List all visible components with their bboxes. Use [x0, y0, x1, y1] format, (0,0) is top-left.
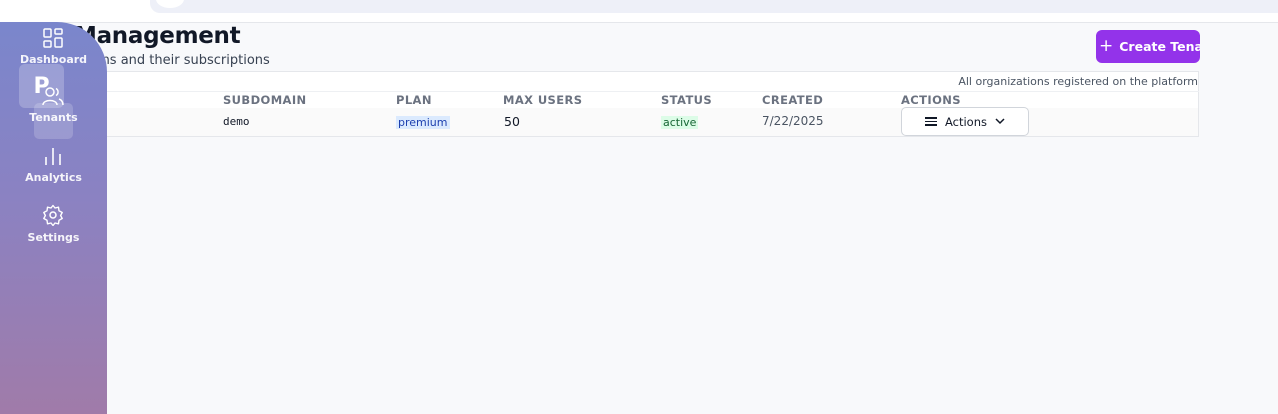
sidebar-item-settings[interactable]: Settings — [0, 202, 107, 247]
sidebar-item-analytics[interactable]: Analytics — [0, 142, 107, 187]
bar-chart-icon — [45, 148, 61, 165]
chevron-down-icon — [995, 118, 1005, 125]
users-icon — [42, 87, 64, 106]
column-header-subdomain: SUBDOMAIN — [223, 93, 307, 107]
page-subtitle: ions and their subscriptions — [90, 53, 270, 68]
gear-icon — [43, 204, 63, 226]
column-header-created: CREATED — [762, 93, 824, 107]
sidebar: Dashboard P Tenants Analytics Settings — [0, 22, 107, 414]
grid-icon — [43, 28, 63, 48]
top-search-area — [150, 0, 1278, 13]
cell-max-users: 50 — [504, 114, 520, 129]
sidebar-item-tenants[interactable]: Tenants — [0, 82, 107, 127]
sidebar-item-label: Tenants — [29, 111, 78, 124]
plan-badge: premium — [396, 116, 450, 129]
column-header-max-users: MAX USERS — [503, 93, 583, 107]
actions-label: Actions — [944, 114, 987, 129]
column-header-status: STATUS — [661, 93, 713, 107]
card-description: All organizations registered on the plat… — [958, 75, 1198, 88]
actions-dropdown-button[interactable]: Actions — [901, 107, 1029, 136]
column-header-actions: ACTIONS — [901, 93, 961, 107]
header-divider — [60, 91, 1199, 92]
sidebar-item-label: Analytics — [25, 171, 82, 184]
plus-icon: + — [1099, 36, 1114, 56]
status-badge: active — [661, 116, 699, 129]
create-tenant-label: Create Tenant — [1119, 39, 1200, 54]
create-tenant-button[interactable]: + Create Tenant — [1096, 30, 1200, 63]
menu-icon — [924, 115, 937, 128]
cell-created: 7/22/2025 — [762, 114, 824, 128]
cell-subdomain: demo — [223, 115, 250, 128]
column-header-plan: PLAN — [396, 93, 432, 107]
sidebar-item-label: Settings — [27, 231, 80, 244]
